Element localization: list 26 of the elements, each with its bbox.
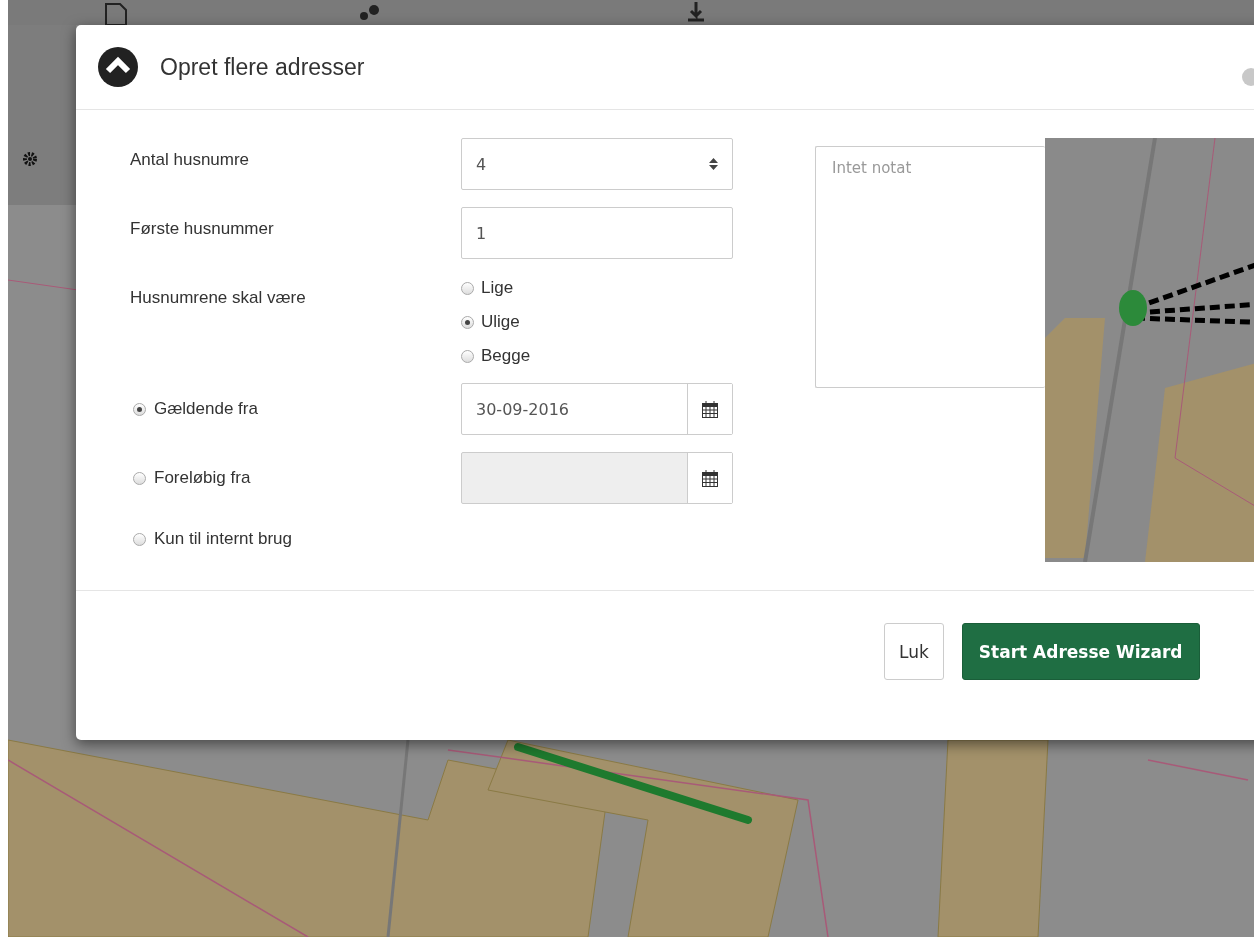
field-label: Antal husnumre [130, 149, 251, 170]
close-button[interactable]: Luk [884, 623, 944, 680]
download-icon[interactable] [686, 0, 706, 22]
dialog-title: Opret flere adresser [160, 53, 365, 81]
spinner-icon[interactable] [709, 157, 718, 171]
calendar-icon[interactable] [702, 400, 718, 418]
radio-button[interactable] [461, 349, 474, 363]
radio-label[interactable]: Gældende fra [154, 399, 258, 419]
note-field[interactable]: Intet notat [815, 146, 1045, 388]
radio-label[interactable]: Lige [481, 278, 514, 298]
radio-button[interactable] [461, 281, 474, 295]
collapse-icon[interactable] [98, 47, 138, 87]
field-label: Husnumrene skal være [130, 287, 307, 308]
input-field[interactable]: 1 [461, 207, 733, 259]
radio-label[interactable]: Begge [481, 346, 531, 366]
number-field[interactable]: 4 [461, 138, 733, 190]
radio-button[interactable] [133, 532, 146, 546]
radio-button[interactable] [133, 402, 146, 416]
start-wizard-button[interactable]: Start Adresse Wizard [961, 623, 1200, 680]
document-icon[interactable] [105, 3, 127, 26]
radio-label[interactable]: Ulige [481, 312, 520, 332]
field-label: Første husnummer [130, 218, 275, 239]
settings-icon[interactable] [23, 152, 37, 166]
date-field[interactable]: 30-09-2016 [461, 383, 733, 435]
radio-label[interactable]: Kun til internt brug [154, 529, 292, 549]
radio-button[interactable] [461, 315, 474, 329]
